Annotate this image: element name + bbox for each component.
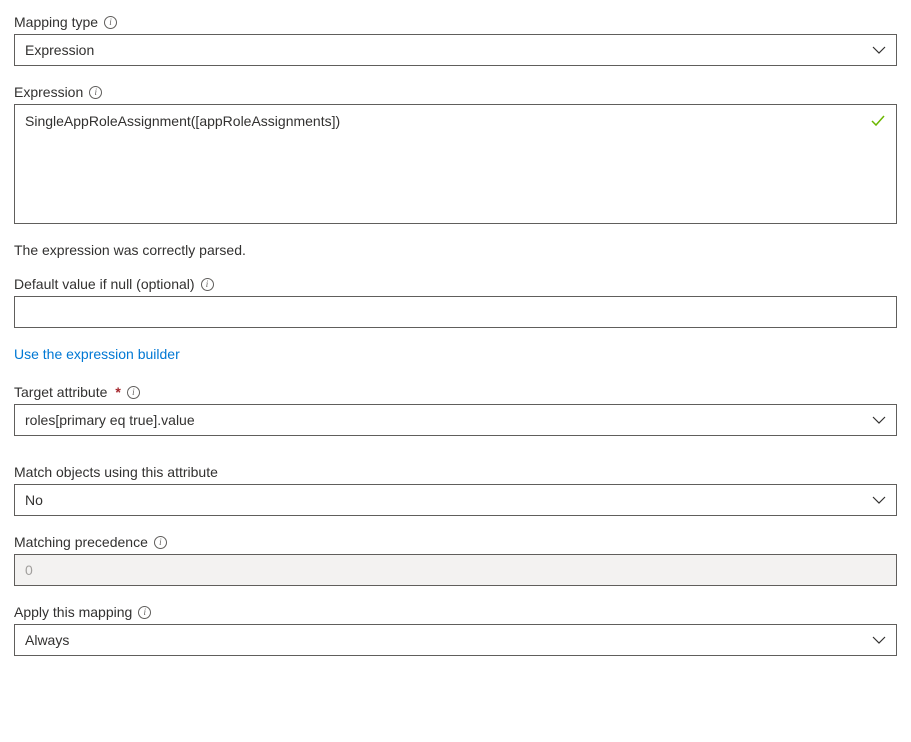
apply-mapping-label: Apply this mapping i [14, 604, 897, 620]
chevron-down-icon [872, 633, 886, 647]
matching-precedence-input: 0 [14, 554, 897, 586]
label-text: Matching precedence [14, 534, 148, 550]
select-value: Expression [25, 42, 94, 58]
match-objects-select[interactable]: No [14, 484, 897, 516]
apply-mapping-field: Apply this mapping i Always [14, 604, 897, 656]
label-text: Target attribute [14, 384, 107, 400]
checkmark-icon [870, 113, 886, 129]
default-value-label: Default value if null (optional) i [14, 276, 897, 292]
chevron-down-icon [872, 493, 886, 507]
matching-precedence-field: Matching precedence i 0 [14, 534, 897, 586]
precedence-value: 0 [25, 562, 33, 578]
match-objects-field: Match objects using this attribute No [14, 464, 897, 516]
chevron-down-icon [872, 413, 886, 427]
select-value: Always [25, 632, 69, 648]
required-asterisk: * [115, 384, 120, 400]
default-value-input[interactable] [14, 296, 897, 328]
info-icon[interactable]: i [201, 278, 214, 291]
select-value: No [25, 492, 43, 508]
target-attribute-select[interactable]: roles[primary eq true].value [14, 404, 897, 436]
target-attribute-field: Target attribute * i roles[primary eq tr… [14, 384, 897, 436]
info-icon[interactable]: i [154, 536, 167, 549]
target-attribute-label: Target attribute * i [14, 384, 897, 400]
mapping-type-label: Mapping type i [14, 14, 897, 30]
chevron-down-icon [872, 43, 886, 57]
mapping-type-field: Mapping type i Expression [14, 14, 897, 66]
expression-value: SingleAppRoleAssignment([appRoleAssignme… [25, 113, 340, 129]
info-icon[interactable]: i [89, 86, 102, 99]
select-value: roles[primary eq true].value [25, 412, 195, 428]
info-icon[interactable]: i [127, 386, 140, 399]
mapping-type-select[interactable]: Expression [14, 34, 897, 66]
matching-precedence-label: Matching precedence i [14, 534, 897, 550]
label-text: Match objects using this attribute [14, 464, 218, 480]
info-icon[interactable]: i [138, 606, 151, 619]
apply-mapping-select[interactable]: Always [14, 624, 897, 656]
expression-field: Expression i SingleAppRoleAssignment([ap… [14, 84, 897, 224]
match-objects-label: Match objects using this attribute [14, 464, 897, 480]
expression-textarea[interactable]: SingleAppRoleAssignment([appRoleAssignme… [14, 104, 897, 224]
label-text: Mapping type [14, 14, 98, 30]
label-text: Expression [14, 84, 83, 100]
info-icon[interactable]: i [104, 16, 117, 29]
label-text: Default value if null (optional) [14, 276, 195, 292]
default-value-field: Default value if null (optional) i [14, 276, 897, 328]
label-text: Apply this mapping [14, 604, 132, 620]
expression-label: Expression i [14, 84, 897, 100]
expression-status: The expression was correctly parsed. [14, 242, 897, 258]
expression-builder-link[interactable]: Use the expression builder [14, 346, 180, 362]
